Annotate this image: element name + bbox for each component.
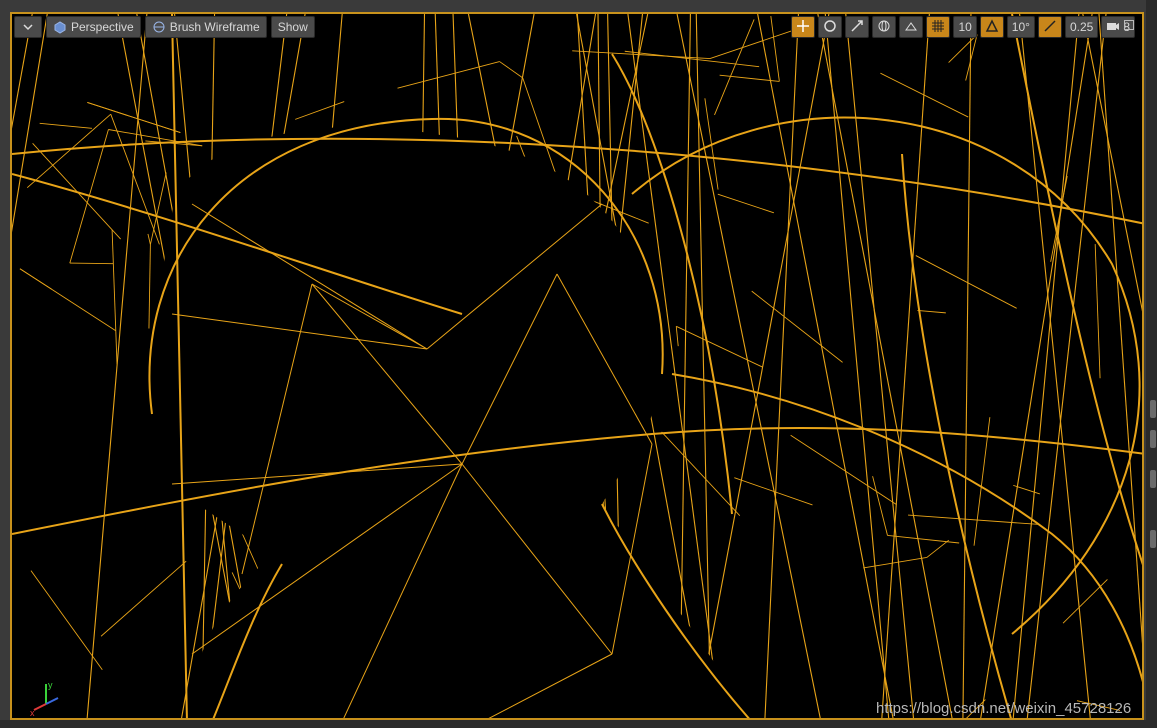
grid-icon (931, 19, 945, 36)
window-bottom-edge (0, 720, 1157, 728)
perspective-label: Perspective (71, 20, 134, 34)
scale-snap-icon (1043, 19, 1057, 36)
translate-tool-button[interactable] (791, 16, 816, 38)
show-label: Show (277, 20, 308, 34)
viewport-toolbar-right: 10 10° 0.25 8 (791, 16, 1135, 38)
grid-snap-toggle[interactable] (926, 16, 951, 38)
camera-icon (1106, 19, 1120, 36)
move-icon (796, 19, 810, 36)
svg-text:x: x (30, 708, 35, 718)
scale-snap-toggle[interactable] (1037, 16, 1062, 38)
scale-icon (850, 19, 864, 36)
wireframe-scene (12, 14, 1142, 718)
scale-snap-value-label: 0.25 (1069, 20, 1094, 34)
level-viewport[interactable]: y x (10, 12, 1144, 720)
panel-handle[interactable] (1150, 430, 1156, 448)
svg-text:y: y (48, 680, 53, 690)
perspective-cube-icon (53, 20, 67, 34)
angle-icon (985, 18, 999, 36)
surface-snap-button[interactable] (899, 16, 924, 38)
wireframe-sphere-icon (152, 20, 166, 34)
rotate-tool-button[interactable] (818, 16, 843, 38)
rotation-snap-value[interactable]: 10° (1006, 16, 1035, 38)
show-button[interactable]: Show (270, 16, 315, 38)
viewport-options-button[interactable] (14, 16, 42, 38)
rotation-snap-toggle[interactable] (979, 16, 1004, 38)
watermark: https://blog.csdn.net/weixin_45728126 (876, 700, 1132, 717)
perspective-button[interactable]: Perspective (46, 16, 141, 38)
panel-handle[interactable] (1150, 470, 1156, 488)
rotation-snap-value-label: 10° (1011, 20, 1030, 34)
chevron-down-icon (21, 20, 35, 34)
window-left-edge (0, 0, 10, 728)
panel-handle[interactable] (1150, 400, 1156, 418)
scale-snap-value[interactable]: 0.25 (1064, 16, 1099, 38)
side-panel-edge (1146, 0, 1157, 728)
view-mode-button[interactable]: Brush Wireframe (144, 16, 267, 38)
maximize-viewport-icon[interactable] (1124, 20, 1134, 30)
window-top-edge (0, 0, 1157, 12)
coordinate-space-button[interactable] (872, 16, 897, 38)
grid-snap-value[interactable]: 10 (953, 16, 977, 38)
scale-tool-button[interactable] (845, 16, 870, 38)
rotate-icon (823, 19, 837, 36)
globe-icon (877, 19, 891, 36)
panel-handle[interactable] (1150, 530, 1156, 548)
surface-snap-icon (904, 19, 918, 36)
view-mode-label: Brush Wireframe (169, 20, 260, 34)
axis-gizmo: y x (30, 678, 70, 718)
grid-snap-value-label: 10 (958, 20, 972, 34)
viewport-toolbar-left: Perspective Brush Wireframe Show (14, 16, 315, 38)
